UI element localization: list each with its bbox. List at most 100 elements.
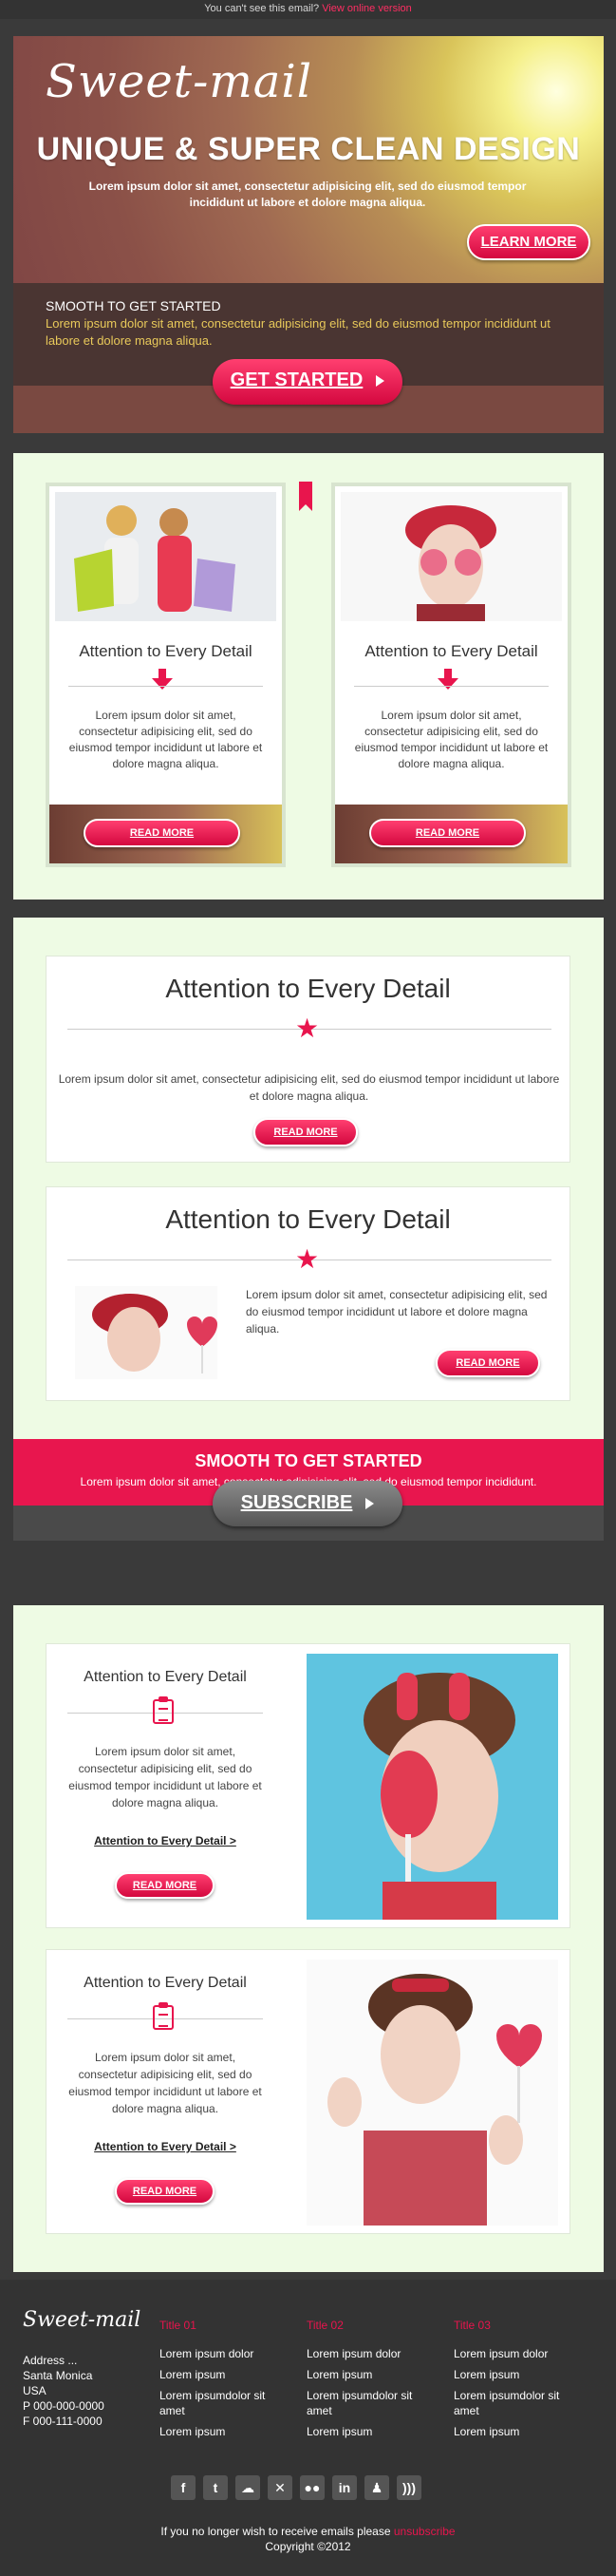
card-body: Lorem ipsum dolor sit amet, consectetur … (68, 2051, 262, 2115)
social-icons: f t ☁ ✕ ●● in ♟ ))) (171, 2475, 421, 2500)
footer-link[interactable]: Lorem ipsum dolor (454, 2346, 587, 2361)
address-block: Address ... Santa Monica USA P 000-000-0… (23, 2353, 104, 2429)
view-online-link[interactable]: View online version (322, 3, 412, 14)
get-started-button[interactable]: GET STARTED (213, 359, 402, 405)
feature-panel: Attention to Every Detail ★ Lorem ipsum … (46, 1186, 570, 1401)
unsubscribe-text: If you no longer wish to receive emails … (160, 2525, 391, 2538)
footer-link[interactable]: Lorem ipsum (159, 2424, 292, 2439)
detail-link[interactable]: Attention to Every Detail > (47, 1834, 284, 1847)
read-more-button[interactable]: READ MORE (84, 819, 240, 847)
address-line: Address ... (23, 2354, 78, 2367)
footer-column-title: Title 02 (307, 2319, 344, 2332)
card-footer: READ MORE (335, 805, 568, 863)
unsubscribe-link[interactable]: unsubscribe (394, 2525, 456, 2538)
woman-heart-lollipop-photo (75, 1286, 217, 1379)
hero-cta-area: SMOOTH TO GET STARTED Lorem ipsum dolor … (13, 283, 604, 433)
phone-line: P 000-000-0000 (23, 2399, 104, 2413)
woman-lollipops-photo (341, 492, 562, 621)
brand-logo: Sweet-mail (46, 55, 313, 108)
delicious-icon[interactable]: ☁ (235, 2475, 260, 2500)
footer-link[interactable]: Lorem ipsum (307, 2367, 439, 2382)
subscribe-label: SUBSCRIBE (240, 1492, 353, 1513)
card-title: Attention to Every Detail (79, 642, 252, 660)
feature-card-with-image: Attention to Every Detail Lorem ipsum do… (46, 1949, 570, 2234)
facebook-icon[interactable]: f (171, 2475, 196, 2500)
play-arrow-icon (365, 1497, 375, 1509)
bookmark-ribbon-icon (299, 482, 312, 511)
feature-card: Attention to Every Detail Lorem ipsum do… (331, 483, 571, 867)
footer-link[interactable]: Lorem ipsumdolor sit amet (307, 2388, 439, 2418)
footer-link[interactable]: Lorem ipsumdolor sit amet (454, 2388, 587, 2418)
get-started-label: GET STARTED (230, 369, 364, 390)
footer-link[interactable]: Lorem ipsum dolor (307, 2346, 439, 2361)
divider (68, 686, 263, 687)
read-more-button[interactable]: READ MORE (115, 2178, 215, 2205)
footer-link[interactable]: Lorem ipsum dolor (159, 2346, 292, 2361)
address-line: Santa Monica (23, 2369, 93, 2382)
feature-card-with-image: Attention to Every Detail Lorem ipsum do… (46, 1643, 570, 1928)
card-body: Lorem ipsum dolor sit amet, consectetur … (68, 709, 263, 770)
footer-column-2: Title 02 Lorem ipsum dolor Lorem ipsum L… (307, 2318, 439, 2445)
hero-banner: Sweet-mail UNIQUE & SUPER CLEAN DESIGN L… (13, 36, 604, 433)
read-more-button[interactable]: READ MORE (253, 1118, 358, 1146)
panel-body: Lorem ipsum dolor sit amet, consectetur … (246, 1288, 548, 1335)
shopping-women-photo (55, 492, 276, 621)
clipboard-icon (153, 1696, 174, 1724)
footer-link[interactable]: Lorem ipsumdolor sit amet (159, 2388, 292, 2418)
footer-link[interactable]: Lorem ipsum (454, 2424, 587, 2439)
read-more-button[interactable]: READ MORE (369, 819, 526, 847)
learn-more-button[interactable]: LEARN MORE (467, 224, 590, 260)
hero-headline: UNIQUE & SUPER CLEAN DESIGN (36, 131, 581, 167)
read-more-button[interactable]: READ MORE (436, 1349, 540, 1377)
woman-bunny-lollipop-photo (307, 1654, 558, 1920)
card-body: Lorem ipsum dolor sit amet, consectetur … (68, 1745, 262, 1809)
copyright: Copyright ©2012 (265, 2540, 351, 2553)
footer-link[interactable]: Lorem ipsum (454, 2367, 587, 2382)
xing-icon[interactable]: ✕ (268, 2475, 292, 2500)
divider (354, 686, 549, 687)
play-arrow-icon (376, 374, 385, 387)
footer-column-1: Title 01 Lorem ipsum dolor Lorem ipsum L… (159, 2318, 292, 2445)
clipboard-icon (153, 2002, 174, 2030)
card-title: Attention to Every Detail (84, 1669, 247, 1685)
footer-column-title: Title 03 (454, 2319, 491, 2332)
read-more-button[interactable]: READ MORE (115, 1872, 215, 1899)
feature-panel: Attention to Every Detail ★ Lorem ipsum … (46, 956, 570, 1163)
smooth-title: SMOOTH TO GET STARTED (46, 298, 221, 313)
linkedin-icon[interactable]: in (332, 2475, 357, 2500)
feature-section-2: Attention to Every Detail ★ Lorem ipsum … (13, 918, 604, 1541)
preheader-text: You can't see this email? (204, 3, 320, 14)
preheader: You can't see this email? View online ve… (0, 0, 616, 19)
footer-link[interactable]: Lorem ipsum (159, 2367, 292, 2382)
myspace-icon[interactable]: ♟ (364, 2475, 389, 2500)
panel-title: Attention to Every Detail (165, 1204, 451, 1234)
detail-link[interactable]: Attention to Every Detail > (47, 2140, 284, 2153)
rss-icon[interactable]: ))) (397, 2475, 421, 2500)
feature-section-3: Attention to Every Detail Lorem ipsum do… (13, 1605, 604, 2272)
panel-title: Attention to Every Detail (165, 974, 451, 1003)
hero-top: Sweet-mail UNIQUE & SUPER CLEAN DESIGN L… (13, 36, 604, 283)
panel-body: Lorem ipsum dolor sit amet, consectetur … (58, 1072, 560, 1103)
twitter-icon[interactable]: t (203, 2475, 228, 2500)
feature-section-1: Attention to Every Detail Lorem ipsum do… (13, 453, 604, 900)
card-body: Lorem ipsum dolor sit amet, consectetur … (354, 709, 549, 770)
star-icon: ★ (295, 1244, 320, 1274)
hero-subtext: Lorem ipsum dolor sit amet, consectetur … (88, 180, 527, 209)
feature-card: Attention to Every Detail Lorem ipsum do… (46, 483, 286, 867)
footer-column-3: Title 03 Lorem ipsum dolor Lorem ipsum L… (454, 2318, 587, 2445)
fax-line: F 000-111-0000 (23, 2415, 103, 2428)
address-line: USA (23, 2384, 47, 2397)
smooth-text: Lorem ipsum dolor sit amet, consectetur … (46, 316, 551, 348)
footer: Sweet-mail Address ... Santa Monica USA … (0, 2280, 616, 2576)
card-title: Attention to Every Detail (84, 1975, 247, 1991)
flickr-icon[interactable]: ●● (300, 2475, 325, 2500)
footer-link[interactable]: Lorem ipsum (307, 2424, 439, 2439)
card-footer: READ MORE (49, 805, 282, 863)
cta-title: SMOOTH TO GET STARTED (195, 1451, 422, 1470)
woman-kiss-lollipop-photo (307, 1960, 558, 2226)
subscribe-button[interactable]: SUBSCRIBE (213, 1481, 402, 1526)
card-title: Attention to Every Detail (364, 642, 538, 660)
unsubscribe-line: If you no longer wish to receive emails … (0, 2525, 616, 2538)
star-icon: ★ (295, 1013, 320, 1043)
footer-logo: Sweet-mail (23, 2308, 141, 2332)
